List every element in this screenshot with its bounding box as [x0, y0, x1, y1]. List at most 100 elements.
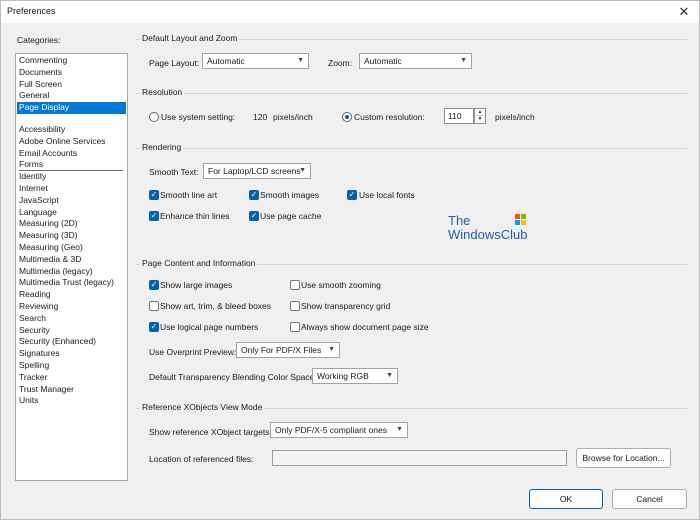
always-show-page-size-label: Always show document page size	[301, 322, 429, 332]
category-item[interactable]: Reading	[17, 289, 126, 301]
category-item[interactable]: Measuring (2D)	[17, 218, 126, 230]
chevron-down-icon: ▼	[299, 167, 306, 174]
system-setting-radio[interactable]	[149, 112, 159, 122]
overprint-label: Use Overprint Preview:	[149, 347, 237, 357]
category-item[interactable]: Full Screen	[17, 79, 126, 91]
show-transparency-grid-label: Show transparency grid	[301, 301, 391, 311]
zoom-select[interactable]: Automatic ▼	[359, 53, 472, 69]
category-item[interactable]: Documents	[17, 67, 126, 79]
location-label: Location of referenced files:	[149, 454, 254, 464]
chevron-down-icon: ▼	[396, 426, 403, 433]
windows-logo-icon	[515, 214, 526, 225]
system-resolution-unit: pixels/inch	[273, 112, 313, 122]
ok-button[interactable]: OK	[529, 489, 603, 509]
cancel-button[interactable]: Cancel	[612, 489, 687, 509]
page-content-title: Page Content and Information	[140, 258, 258, 268]
custom-resolution-radio[interactable]	[342, 112, 352, 122]
category-item[interactable]: Security	[17, 325, 126, 337]
category-item[interactable]: Reviewing	[17, 301, 126, 313]
category-item[interactable]: Multimedia Trust (legacy)	[17, 277, 126, 289]
category-item[interactable]: Commenting	[17, 55, 126, 67]
system-setting-label: Use system setting:	[161, 112, 236, 122]
use-page-cache-checkbox[interactable]: ✓	[249, 211, 259, 221]
category-item[interactable]: General	[17, 90, 126, 102]
category-item[interactable]: Multimedia & 3D	[17, 254, 126, 266]
preferences-dialog: Preferences ✕ Categories: Commenting Docu…	[0, 0, 700, 520]
show-art-trim-label: Show art, trim, & bleed boxes	[160, 301, 272, 311]
xobject-targets-value: Only PDF/X-5 compliant ones	[275, 425, 387, 435]
enhance-thin-lines-label: Enhance thin lines	[160, 211, 230, 221]
categories-label: Categories:	[17, 35, 61, 45]
page-layout-select[interactable]: Automatic ▼	[202, 53, 309, 69]
use-smooth-zooming-checkbox[interactable]	[290, 280, 300, 290]
resolution-title: Resolution	[140, 87, 185, 97]
smooth-line-art-label: Smooth line art	[160, 190, 218, 200]
category-item[interactable]: Units	[17, 395, 126, 407]
watermark-line-2: WindowsClub	[448, 227, 528, 242]
overprint-value: Only For PDF/X Files	[241, 345, 322, 355]
chevron-down-icon: ▼	[460, 57, 467, 64]
smooth-images-checkbox[interactable]: ✓	[249, 190, 259, 200]
spin-down-icon[interactable]: ▼	[475, 116, 485, 123]
zoom-label: Zoom:	[328, 58, 353, 68]
use-local-fonts-checkbox[interactable]: ✓	[347, 190, 357, 200]
custom-resolution-unit: pixels/inch	[495, 112, 535, 122]
show-transparency-grid-checkbox[interactable]	[290, 301, 300, 311]
page-layout-label: Page Layout:	[149, 58, 200, 68]
xobject-targets-label: Show reference XObject targets:	[149, 427, 272, 437]
enhance-thin-lines-checkbox[interactable]: ✓	[149, 211, 159, 221]
smooth-text-label: Smooth Text:	[149, 167, 199, 177]
show-large-images-checkbox[interactable]: ✓	[149, 280, 159, 290]
category-item[interactable]: Signatures	[17, 348, 126, 360]
category-item[interactable]: Security (Enhanced)	[17, 336, 126, 348]
category-item[interactable]: Identity	[17, 171, 126, 183]
category-item[interactable]: Search	[17, 313, 126, 325]
resolution-spinner[interactable]: ▲ ▼	[474, 108, 486, 124]
always-show-page-size-checkbox[interactable]	[290, 322, 300, 332]
category-item[interactable]: Trust Manager	[17, 384, 126, 396]
category-item[interactable]: Tracker	[17, 372, 126, 384]
category-item[interactable]: Measuring (Geo)	[17, 242, 126, 254]
category-item[interactable]: Adobe Online Services	[17, 136, 126, 148]
xobjects-title: Reference XObjects View Mode	[140, 402, 265, 412]
category-item[interactable]: Language	[17, 207, 126, 219]
blending-select[interactable]: Working RGB ▼	[312, 368, 398, 384]
custom-resolution-input[interactable]: 110	[444, 108, 474, 124]
category-item[interactable]: Forms	[17, 159, 126, 171]
categories-list: Commenting Documents Full Screen General Pag…	[15, 53, 128, 481]
xobject-targets-select[interactable]: Only PDF/X-5 compliant ones ▼	[270, 422, 408, 438]
chevron-down-icon: ▼	[297, 57, 304, 64]
category-item[interactable]: Page Display	[17, 102, 126, 114]
smooth-text-value: For Laptop/LCD screens	[208, 166, 301, 176]
smooth-line-art-checkbox[interactable]: ✓	[149, 190, 159, 200]
category-item[interactable]: Accessibility	[17, 124, 126, 136]
rendering-title: Rendering	[140, 142, 184, 152]
spin-up-icon[interactable]: ▲	[475, 109, 485, 116]
category-item[interactable]: JavaScript	[17, 195, 126, 207]
use-smooth-zooming-label: Use smooth zooming	[301, 280, 381, 290]
category-item[interactable]: Email Accounts	[17, 148, 126, 160]
chevron-down-icon: ▼	[386, 372, 393, 379]
overprint-select[interactable]: Only For PDF/X Files ▼	[236, 342, 340, 358]
system-resolution-value: 120	[253, 112, 268, 122]
category-item[interactable]: Spelling	[17, 360, 126, 372]
smooth-images-label: Smooth images	[260, 190, 320, 200]
category-item[interactable]: Internet	[17, 183, 126, 195]
use-logical-page-numbers-checkbox[interactable]: ✓	[149, 322, 159, 332]
window-title: Preferences	[7, 6, 56, 16]
chevron-down-icon: ▼	[328, 346, 335, 353]
use-logical-page-numbers-label: Use logical page numbers	[160, 322, 259, 332]
show-art-trim-checkbox[interactable]	[149, 301, 159, 311]
show-large-images-label: Show large images	[160, 280, 233, 290]
location-field[interactable]	[272, 450, 567, 466]
layout-zoom-title: Default Layout and Zoom	[140, 33, 240, 43]
browse-location-button[interactable]: Browse for Location...	[576, 448, 671, 468]
close-icon[interactable]: ✕	[673, 3, 695, 21]
title-bar: Preferences ✕	[1, 1, 699, 23]
blending-label: Default Transparency Blending Color Spac…	[149, 372, 317, 382]
smooth-text-select[interactable]: For Laptop/LCD screens ▼	[203, 163, 311, 179]
zoom-value: Automatic	[364, 56, 402, 66]
page-layout-value: Automatic	[207, 56, 245, 66]
category-item[interactable]: Multimedia (legacy)	[17, 266, 126, 278]
category-item[interactable]: Measuring (3D)	[17, 230, 126, 242]
